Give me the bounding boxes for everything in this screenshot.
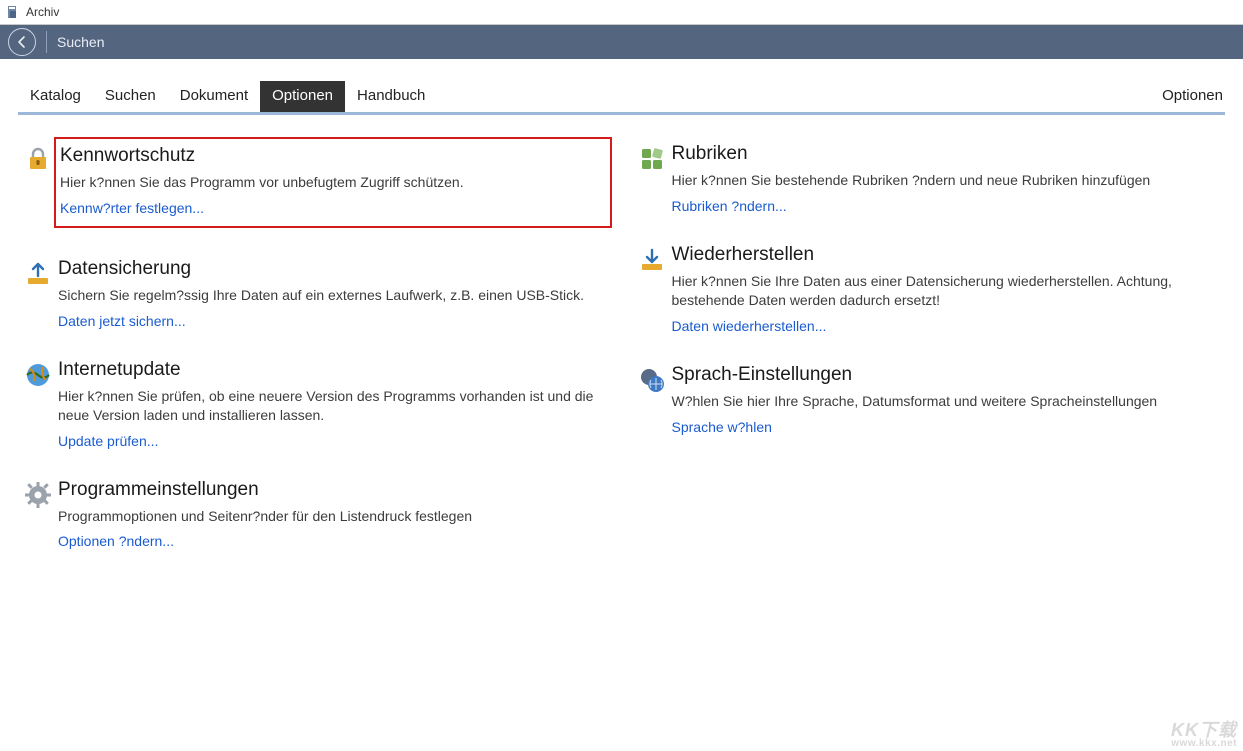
download-icon — [632, 244, 672, 274]
card-desc: Hier k?nnen Sie das Programm vor unbefug… — [60, 173, 600, 192]
upload-icon — [18, 258, 58, 288]
language-icon — [632, 364, 672, 394]
card-desc: Hier k?nnen Sie bestehende Rubriken ?nde… — [672, 171, 1226, 190]
link-backup-now[interactable]: Daten jetzt sichern... — [58, 313, 186, 329]
watermark: KK下载 www.kkx.net — [1171, 716, 1237, 749]
tab-dokument[interactable]: Dokument — [168, 81, 260, 112]
link-change-options[interactable]: Optionen ?ndern... — [58, 533, 174, 549]
card-title: Rubriken — [672, 143, 1226, 165]
app-icon — [6, 5, 20, 19]
tiles-icon — [632, 143, 672, 173]
card-desc: Hier k?nnen Sie Ihre Daten aus einer Dat… — [672, 272, 1226, 310]
gear-icon — [18, 479, 58, 509]
link-choose-language[interactable]: Sprache w?hlen — [672, 419, 772, 435]
arrow-left-icon — [15, 35, 29, 49]
card-update: Internetupdate Hier k?nnen Sie prüfen, o… — [18, 359, 612, 449]
window-title-bar: Archiv — [0, 0, 1243, 25]
tab-bar: Katalog Suchen Dokument Optionen Handbuc… — [18, 81, 1225, 115]
card-title: Sprach-Einstellungen — [672, 364, 1226, 386]
card-desc: Programmoptionen und Seitenr?nder für de… — [58, 507, 612, 526]
card-title: Kennwortschutz — [60, 145, 600, 167]
tab-suchen[interactable]: Suchen — [93, 81, 168, 112]
link-check-update[interactable]: Update prüfen... — [58, 433, 158, 449]
link-change-categories[interactable]: Rubriken ?ndern... — [672, 198, 787, 214]
window-title: Archiv — [26, 5, 59, 19]
card-password: Kennwortschutz Hier k?nnen Sie das Progr… — [18, 143, 612, 228]
card-title: Datensicherung — [58, 258, 612, 280]
tab-katalog[interactable]: Katalog — [18, 81, 93, 112]
card-title: Wiederherstellen — [672, 244, 1226, 266]
toolbar: Suchen — [0, 25, 1243, 59]
highlight-box: Kennwortschutz Hier k?nnen Sie das Progr… — [54, 137, 612, 228]
card-title: Internetupdate — [58, 359, 612, 381]
card-desc: W?hlen Sie hier Ihre Sprache, Datumsform… — [672, 392, 1226, 411]
card-title: Programmeinstellungen — [58, 479, 612, 501]
toolbar-search-label[interactable]: Suchen — [57, 34, 104, 50]
card-restore: Wiederherstellen Hier k?nnen Sie Ihre Da… — [632, 244, 1226, 334]
back-button[interactable] — [8, 28, 36, 56]
toolbar-divider — [46, 31, 47, 53]
card-settings: Programmeinstellungen Programmoptionen u… — [18, 479, 612, 550]
tab-right-optionen[interactable]: Optionen — [1152, 81, 1225, 112]
card-desc: Hier k?nnen Sie prüfen, ob eine neuere V… — [58, 387, 612, 425]
card-language: Sprach-Einstellungen W?hlen Sie hier Ihr… — [632, 364, 1226, 435]
tab-optionen[interactable]: Optionen — [260, 81, 345, 112]
link-set-passwords[interactable]: Kennw?rter festlegen... — [60, 200, 204, 216]
card-categories: Rubriken Hier k?nnen Sie bestehende Rubr… — [632, 143, 1226, 214]
link-restore-data[interactable]: Daten wiederherstellen... — [672, 318, 827, 334]
lock-icon — [18, 143, 58, 173]
card-backup: Datensicherung Sichern Sie regelm?ssig I… — [18, 258, 612, 329]
tab-handbuch[interactable]: Handbuch — [345, 81, 437, 112]
globe-icon — [18, 359, 58, 389]
card-desc: Sichern Sie regelm?ssig Ihre Daten auf e… — [58, 286, 612, 305]
